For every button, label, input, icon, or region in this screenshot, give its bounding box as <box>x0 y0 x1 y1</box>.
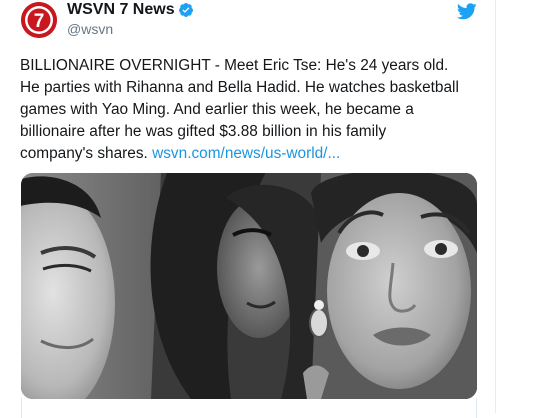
avatar[interactable]: 7 <box>21 2 57 38</box>
avatar-label: 7 <box>34 11 45 32</box>
verified-badge-icon <box>179 3 193 17</box>
wsvn-logo-icon: 7 <box>21 2 57 38</box>
tweet-text-line: billionaire after he was gifted $3.88 bi… <box>20 123 387 140</box>
tweet-text-line: He parties with Rihanna and Bella Hadid.… <box>20 79 459 96</box>
twitter-bird-icon[interactable] <box>457 3 477 20</box>
display-name[interactable]: WSVN 7 News <box>67 1 175 19</box>
tweet-card: 7 WSVN 7 News @wsvn BILLIONAIRE OVERNIGH… <box>0 0 539 418</box>
media-card-border <box>21 398 477 418</box>
selfie-photo <box>21 173 477 399</box>
tweet-link[interactable]: wsvn.com/news/us-world/... <box>152 145 340 162</box>
tweet-text: BILLIONAIRE OVERNIGHT - Meet Eric Tse: H… <box>20 55 500 165</box>
handle[interactable]: @wsvn <box>67 21 113 37</box>
tweet-text-line: BILLIONAIRE OVERNIGHT - Meet Eric Tse: H… <box>20 57 449 74</box>
tweet-text-line: games with Yao Ming. And earlier this we… <box>20 101 414 118</box>
tweet-text-line: company's shares. <box>20 145 148 162</box>
timeline-divider <box>495 0 496 413</box>
tweet-media-photo[interactable] <box>21 173 477 399</box>
